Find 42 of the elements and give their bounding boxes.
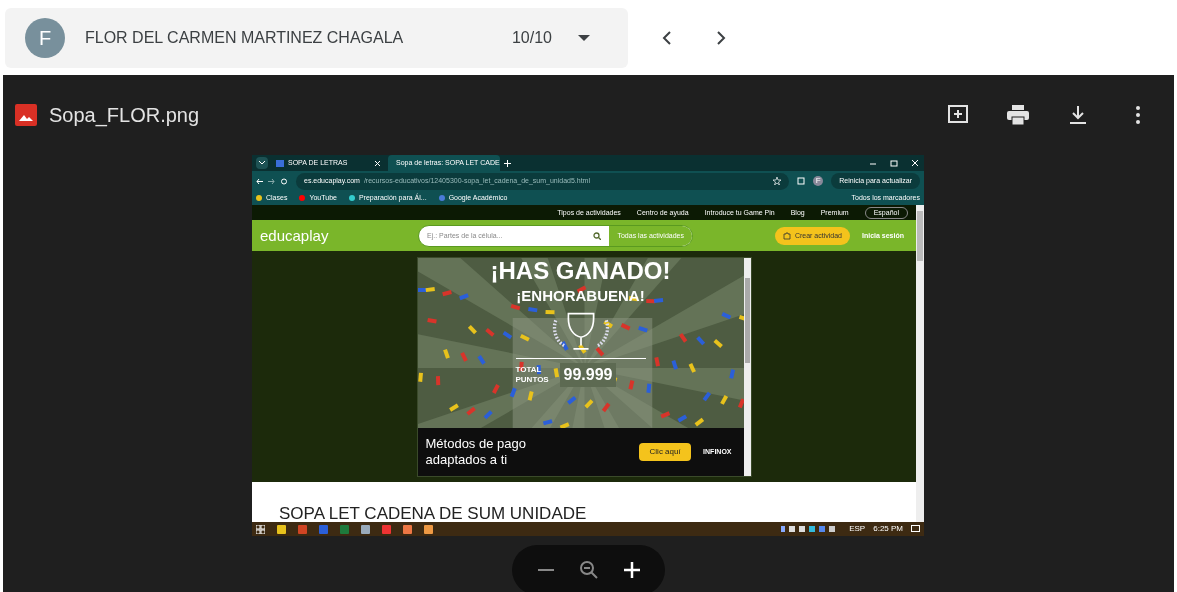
input-language[interactable]: ESP: [849, 523, 866, 536]
taskbar-app-icon[interactable]: [277, 524, 286, 534]
minus-icon: [537, 569, 554, 571]
notifications-icon[interactable]: [911, 525, 920, 534]
student-name: FLOR DEL CARMEN MARTINEZ CHAGALA: [85, 27, 405, 48]
window-controls-icon[interactable]: [870, 159, 920, 167]
congrats-text: ¡ENHORABUENA!: [516, 286, 645, 307]
extensions-icon[interactable]: [797, 177, 806, 186]
zoom-out-icon: [578, 560, 599, 580]
image-file-icon: [15, 104, 37, 126]
file-name: Sopa_FLOR.png: [49, 103, 201, 129]
ad-cta-button[interactable]: Clic aquí: [639, 443, 692, 462]
avatar: F: [25, 17, 65, 58]
clock[interactable]: 6:25 PM: [873, 523, 903, 536]
ad-text: Métodos de pago adaptados a ti: [425, 436, 527, 469]
win-title: ¡HAS GANADO!: [490, 259, 671, 284]
print-icon: [1007, 105, 1029, 125]
chevron-right-icon: [716, 29, 726, 46]
comment-add-icon: [947, 104, 969, 126]
search-icon[interactable]: [593, 231, 602, 240]
print-button[interactable]: [1006, 103, 1030, 127]
new-tab-icon[interactable]: [504, 159, 511, 167]
plus-icon: [622, 561, 641, 579]
page-scrollbar[interactable]: [916, 205, 924, 523]
taskbar-app-icon[interactable]: [361, 524, 370, 534]
tab-list-button[interactable]: [256, 157, 268, 169]
more-icon: [1136, 106, 1140, 124]
close-icon[interactable]: [375, 160, 380, 166]
submission-counter: 10/10: [511, 27, 552, 48]
navigation-icon[interactable]: [256, 177, 288, 185]
taskbar-app-icon[interactable]: [382, 524, 391, 534]
chevron-left-icon: [662, 29, 672, 46]
download-icon: [1069, 105, 1087, 125]
taskbar-app-icon[interactable]: [424, 524, 433, 534]
taskbar-app-icon[interactable]: [403, 524, 412, 534]
chevron-down-icon: [259, 161, 265, 165]
page-title: SOPA LET CADENA DE SUM UNIDADE: [279, 505, 588, 523]
start-icon[interactable]: [256, 524, 265, 534]
favicon-icon: [276, 159, 284, 167]
star-icon[interactable]: [773, 177, 782, 186]
popup-scrollbar[interactable]: [743, 258, 751, 477]
caret-icon: [578, 34, 590, 41]
